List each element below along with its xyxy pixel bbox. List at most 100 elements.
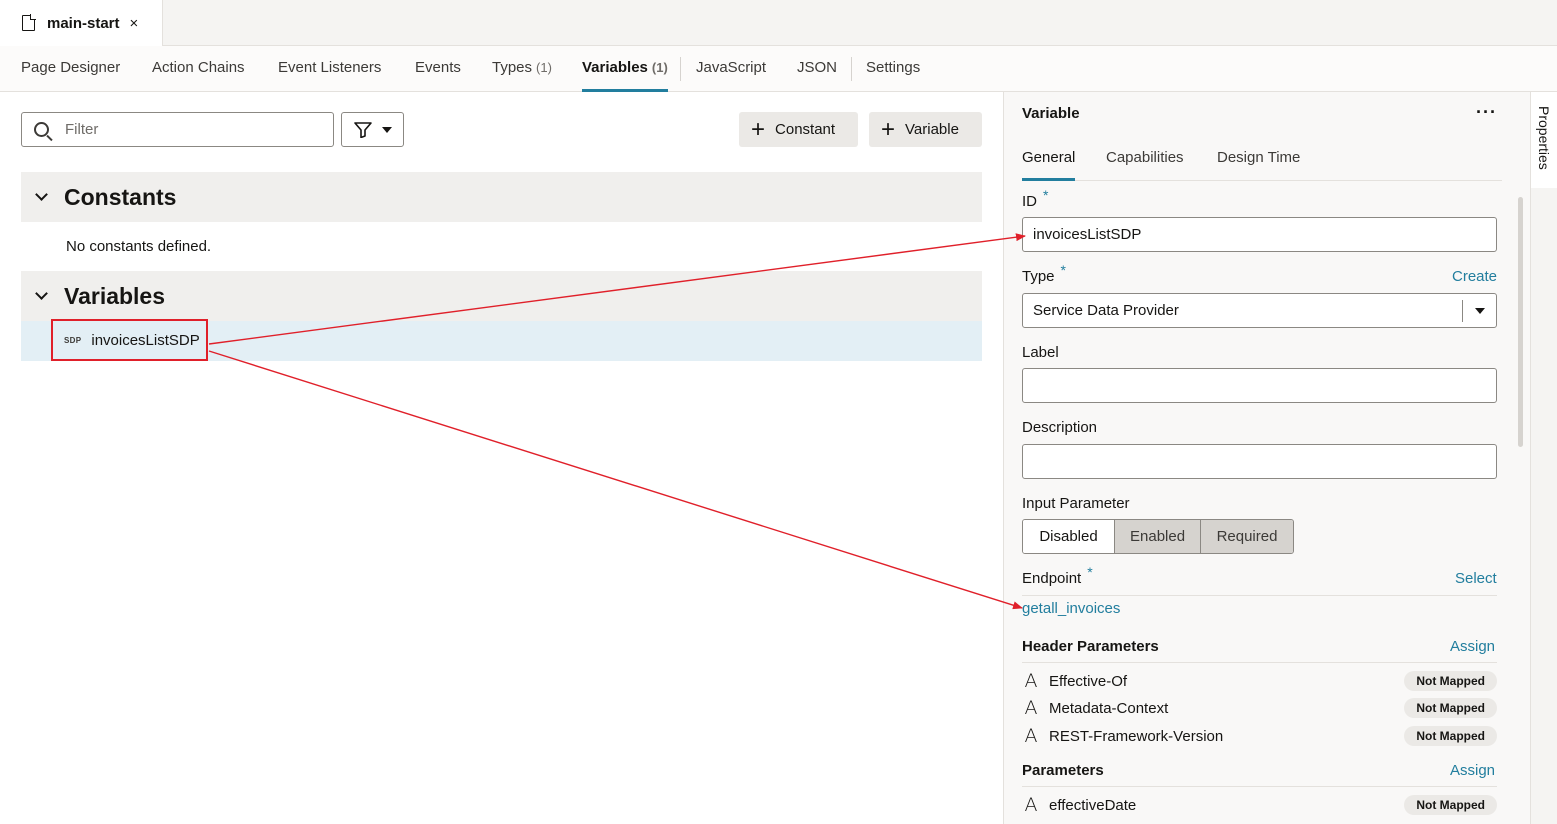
param-name: effectiveDate xyxy=(1049,796,1137,814)
chevron-down-icon xyxy=(35,188,48,201)
properties-strip: Properties xyxy=(1530,92,1557,824)
param-name: Effective-Of xyxy=(1049,672,1128,690)
variable-name: invoicesListSDP xyxy=(91,331,200,349)
divider xyxy=(1022,662,1497,663)
tab-capabilities[interactable]: Capabilities xyxy=(1106,142,1184,181)
label-label: Label xyxy=(1022,344,1059,361)
select-separator xyxy=(1462,300,1463,322)
add-variable-button[interactable]: + Variable xyxy=(869,112,982,147)
tab-types[interactable]: Types (1) xyxy=(492,46,552,92)
properties-tab-label: Properties xyxy=(1536,106,1552,170)
header-param-row: A REST-Framework-Version Not Mapped xyxy=(1022,724,1497,748)
divider xyxy=(1022,595,1497,596)
variable-row-selected[interactable]: SDP invoicesListSDP xyxy=(21,319,982,361)
tab-variables-count: (1) xyxy=(651,60,668,75)
parameters-label: Parameters xyxy=(1022,762,1104,779)
required-mark: * xyxy=(1087,564,1093,580)
add-constant-label: Constant xyxy=(775,121,836,138)
id-input[interactable] xyxy=(1022,217,1497,252)
constants-title: Constants xyxy=(64,183,177,210)
properties-tab[interactable]: Properties xyxy=(1531,92,1557,188)
constants-empty-message: No constants defined. xyxy=(66,238,212,255)
caret-down-icon xyxy=(1475,308,1485,314)
sdp-icon: SDP xyxy=(64,335,82,345)
add-constant-button[interactable]: + Constant xyxy=(739,112,858,147)
tab-variables[interactable]: Variables (1) xyxy=(582,46,668,92)
type-label: Type * xyxy=(1022,262,1066,285)
tab-separator xyxy=(680,57,681,81)
status-badge: Not Mapped xyxy=(1404,671,1497,691)
panel-scrollbar[interactable] xyxy=(1518,197,1523,447)
variables-list-pane: + Constant + Variable Constants No const… xyxy=(0,92,1003,824)
input-param-disabled[interactable]: Disabled xyxy=(1023,520,1114,553)
required-mark: * xyxy=(1043,187,1049,203)
close-icon[interactable]: × xyxy=(130,15,139,32)
tab-general[interactable]: General xyxy=(1022,142,1076,181)
add-variable-label: Variable xyxy=(905,121,959,138)
search-icon xyxy=(34,122,49,137)
create-type-link[interactable]: Create xyxy=(1452,268,1497,285)
tab-event-listeners[interactable]: Event Listeners xyxy=(278,46,381,92)
tab-page-designer[interactable]: Page Designer xyxy=(21,46,120,92)
filter-menu-button[interactable] xyxy=(341,112,404,147)
status-badge: Not Mapped xyxy=(1404,726,1497,746)
document-icon xyxy=(22,14,36,31)
divider xyxy=(1022,786,1497,787)
select-endpoint-link[interactable]: Select xyxy=(1455,570,1497,587)
string-type-icon: A xyxy=(1024,725,1038,747)
funnel-icon xyxy=(353,121,372,138)
status-badge: Not Mapped xyxy=(1404,795,1497,815)
tab-separator xyxy=(851,57,852,81)
plus-icon: + xyxy=(881,115,896,143)
assign-header-params-link[interactable]: Assign xyxy=(1450,638,1495,655)
header-param-row: A Metadata-Context Not Mapped xyxy=(1022,696,1497,720)
header-param-row: A Effective-Of Not Mapped xyxy=(1022,669,1497,693)
tab-javascript[interactable]: JavaScript xyxy=(696,46,766,92)
constants-section-header[interactable]: Constants xyxy=(21,172,982,222)
assign-params-link[interactable]: Assign xyxy=(1450,762,1495,779)
filter-input[interactable] xyxy=(65,121,305,138)
string-type-icon: A xyxy=(1024,794,1038,816)
description-label: Description xyxy=(1022,419,1098,436)
tab-design-time[interactable]: Design Time xyxy=(1217,142,1300,181)
endpoint-value-link[interactable]: getall_invoices xyxy=(1022,600,1120,617)
input-param-required[interactable]: Required xyxy=(1200,520,1293,553)
input-param-enabled[interactable]: Enabled xyxy=(1114,520,1200,553)
filter-field[interactable] xyxy=(21,112,334,147)
param-name: REST-Framework-Version xyxy=(1049,727,1224,745)
variables-section-header[interactable]: Variables xyxy=(21,271,982,321)
string-type-icon: A xyxy=(1024,697,1038,719)
tab-json[interactable]: JSON xyxy=(797,46,837,92)
input-parameter-toggle: Disabled Enabled Required xyxy=(1022,519,1294,554)
header-parameters-label: Header Parameters xyxy=(1022,638,1159,655)
chevron-down-icon xyxy=(35,287,48,300)
label-input[interactable] xyxy=(1022,368,1497,403)
param-name: Metadata-Context xyxy=(1049,699,1169,717)
endpoint-label: Endpoint * xyxy=(1022,564,1093,587)
input-parameter-label: Input Parameter xyxy=(1022,495,1130,512)
id-label: ID * xyxy=(1022,187,1049,210)
more-options-icon[interactable]: ··· xyxy=(1476,102,1497,123)
file-tab-bar: main-start × xyxy=(0,0,1557,46)
variable-item-highlight[interactable]: SDP invoicesListSDP xyxy=(51,319,208,361)
tab-types-count: (1) xyxy=(536,60,552,75)
status-badge: Not Mapped xyxy=(1404,698,1497,718)
plus-icon: + xyxy=(751,115,766,143)
type-select-value: Service Data Provider xyxy=(1033,302,1179,319)
param-row: A effectiveDate Not Mapped xyxy=(1022,793,1497,817)
description-input[interactable] xyxy=(1022,444,1497,479)
variables-title: Variables xyxy=(64,282,166,309)
editor-tabs: Page Designer Action Chains Event Listen… xyxy=(0,46,1557,92)
string-type-icon: A xyxy=(1024,670,1038,692)
caret-down-icon xyxy=(381,126,392,133)
panel-tabs: General Capabilities Design Time xyxy=(1022,142,1502,181)
file-tab-name: main-start xyxy=(47,14,120,32)
type-select[interactable]: Service Data Provider xyxy=(1022,293,1497,328)
required-mark: * xyxy=(1060,262,1066,278)
tab-settings[interactable]: Settings xyxy=(866,46,920,92)
file-tab-main-start[interactable]: main-start × xyxy=(0,0,163,46)
tab-action-chains[interactable]: Action Chains xyxy=(152,46,245,92)
properties-panel: Variable ··· General Capabilities Design… xyxy=(1003,92,1530,824)
tab-events[interactable]: Events xyxy=(415,46,461,92)
panel-title: Variable xyxy=(1022,105,1080,122)
